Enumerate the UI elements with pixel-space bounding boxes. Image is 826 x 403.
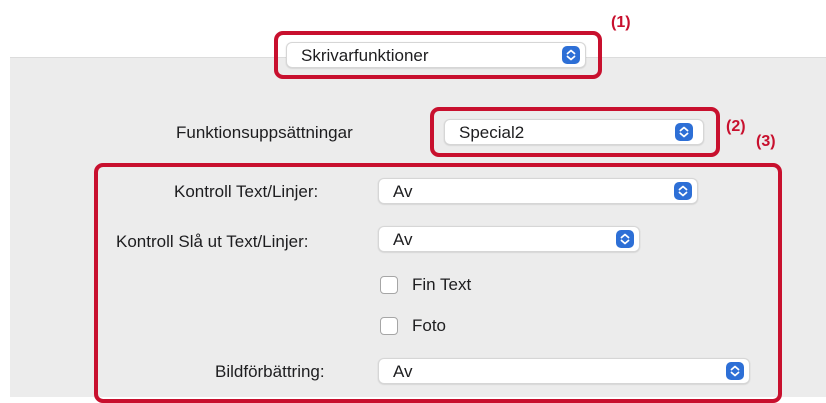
up-down-chevron-icon: [674, 182, 692, 200]
image-enhancement-value: Av: [393, 362, 413, 381]
up-down-chevron-icon: [726, 362, 744, 380]
photo-label: Foto: [412, 316, 447, 335]
up-down-chevron-icon: [616, 230, 634, 248]
print-section-popup[interactable]: Skrivarfunktioner: [286, 42, 586, 68]
feature-sets-value: Special2: [459, 123, 525, 142]
up-down-chevron-icon: [675, 123, 693, 141]
image-enhancement-label: Bildförbättring:: [215, 362, 325, 381]
fine-text-checkbox[interactable]: [380, 276, 398, 294]
knockout-text-lines-popup[interactable]: Av: [378, 226, 640, 252]
image-enhancement-popup[interactable]: Av: [378, 358, 750, 384]
feature-sets-label: Funktionsuppsättningar: [176, 123, 353, 142]
print-section-value: Skrivarfunktioner: [301, 46, 429, 65]
callout-1: (1): [611, 14, 631, 31]
callout-3: (3): [756, 133, 776, 150]
faint-background-text: [256, 8, 284, 20]
text-lines-control-label: Kontroll Text/Linjer:: [174, 182, 319, 201]
text-lines-control-popup[interactable]: Av: [378, 178, 698, 204]
fine-text-label: Fin Text: [412, 275, 472, 294]
callout-2: (2): [726, 118, 746, 135]
photo-checkbox[interactable]: [380, 317, 398, 335]
knockout-text-lines-label: Kontroll Slå ut Text/Linjer:: [116, 232, 309, 251]
feature-sets-popup[interactable]: Special2: [444, 119, 704, 145]
up-down-chevron-icon: [562, 46, 580, 64]
text-lines-control-value: Av: [393, 182, 413, 201]
knockout-text-lines-value: Av: [393, 230, 413, 249]
